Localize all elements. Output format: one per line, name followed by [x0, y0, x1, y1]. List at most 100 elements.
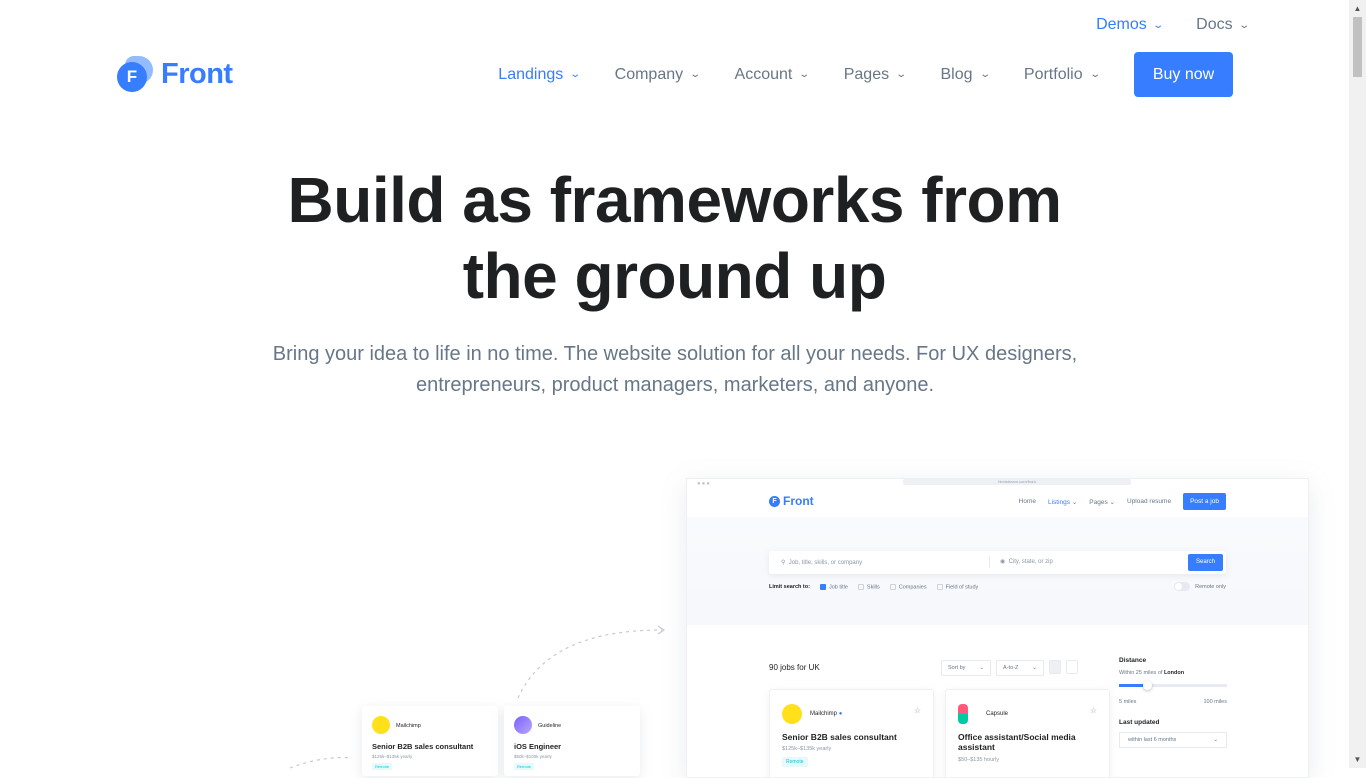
mock-post-job-button: Post a job [1183, 493, 1226, 510]
docs-label: Docs [1196, 16, 1233, 33]
mailchimp-logo-icon [782, 704, 802, 724]
mock-location-field: ◉ City, state, or zip [989, 556, 1053, 568]
star-icon: ☆ [913, 706, 921, 715]
nav-item-landings[interactable]: Landings ⌄ [498, 65, 582, 84]
mock-nav-upload: Upload resume [1127, 498, 1172, 505]
nav-item-portfolio[interactable]: Portfolio ⌄ [1023, 65, 1101, 84]
nav-item-blog[interactable]: Blog ⌄ [940, 65, 991, 84]
brand-logo[interactable]: F Front [117, 56, 233, 92]
page-scrollbar[interactable]: ▲ ▼ [1349, 0, 1366, 768]
star-icon: ☆ [1089, 706, 1097, 715]
nav-label: Company [614, 65, 684, 83]
mock-brand-name: Front [783, 494, 814, 508]
hero-title-line-1: Build as frameworks from [287, 164, 1063, 236]
mock-last-updated-heading: Last updated [1119, 719, 1160, 726]
scrollbar-thumb[interactable] [1353, 17, 1362, 77]
nav-item-account[interactable]: Account ⌄ [734, 65, 811, 84]
mock-distance-heading: Distance [1119, 657, 1147, 664]
company-name: Guideline [538, 723, 562, 729]
list-view-icon [1065, 660, 1078, 674]
grid-view-icon [1048, 660, 1061, 674]
chevron-down-icon: ⌄ [569, 69, 582, 80]
mock-distance-text: Within 25 miles of London [1119, 670, 1185, 676]
demos-link[interactable]: Demos ⌄ [1096, 16, 1164, 34]
nav-label: Account [734, 65, 793, 83]
company-name: Mailchimp [396, 723, 421, 729]
job-title: Senior B2B sales consultant [782, 732, 897, 742]
mock-filters: Limit search to: Job title Skills Compan… [769, 582, 1226, 591]
job-title: Office assistant/Social media assistant [958, 732, 1076, 752]
nav-item-company[interactable]: Company ⌄ [614, 65, 702, 84]
mock-last-updated-select: within last 6 months ⌄ [1119, 732, 1227, 748]
hero-title-line-2: the ground up [462, 240, 887, 312]
chevron-down-icon: ⌄ [689, 69, 702, 80]
job-pay: $50k–$100k yearly [514, 754, 552, 759]
chevron-down-icon: ⌄ [895, 69, 908, 80]
mailchimp-logo-icon [372, 716, 390, 734]
company-name: Capsule [986, 711, 1009, 717]
front-logo-icon: F [769, 495, 780, 507]
nav-label: Pages [843, 65, 890, 83]
mock-filter-companies: Companies [889, 584, 927, 590]
job-pay: $50–$135 hourly [958, 757, 999, 763]
mock-sort-select: Sort by ⌄ [941, 660, 992, 676]
scroll-down-arrow-icon[interactable]: ▼ [1349, 751, 1366, 768]
window-dots-icon: ●●● [697, 481, 711, 487]
mock-url-bar: htmlstream.com/front [903, 479, 1131, 485]
nav-label: Portfolio [1023, 65, 1083, 83]
nav-label: Landings [498, 65, 564, 83]
mock-search-bar: ⚲ Job, title, skills, or company ◉ City,… [769, 551, 1226, 574]
docs-link[interactable]: Docs ⌄ [1196, 16, 1250, 34]
mock-filter-label: Limit search to: [769, 584, 810, 591]
mock-filter-job-title: Job title [819, 584, 848, 590]
floating-job-card[interactable]: Guideline iOS Engineer $50k–$100k yearly… [504, 706, 640, 776]
mock-nav-home: Home [1018, 498, 1036, 505]
hero-subtitle: Bring your idea to life in no time. The … [272, 343, 1078, 396]
guideline-logo-icon [514, 716, 532, 734]
mock-sort-controls: Sort by ⌄ A-to-Z ⌄ [941, 660, 1078, 676]
scroll-up-arrow-icon[interactable]: ▲ [1349, 0, 1366, 17]
job-title: Senior B2B sales consultant [372, 742, 474, 751]
mock-search-button: Search [1188, 554, 1223, 571]
job-title: iOS Engineer [514, 742, 562, 751]
mock-job-card: Mailchimp ● ☆ Senior B2B sales consultan… [769, 689, 934, 777]
chevron-down-icon: ⌄ [1237, 19, 1250, 31]
chevron-down-icon: ⌄ [1088, 69, 1101, 80]
mock-nav-pages: Pages ⌄ [1089, 498, 1115, 506]
mock-search-section: ⚲ Job, title, skills, or company ◉ City,… [687, 517, 1308, 625]
capsule-logo-icon [958, 704, 968, 724]
mock-filter-field: Field of study [936, 584, 978, 590]
floating-job-card[interactable]: Mailchimp Senior B2B sales consultant $1… [362, 706, 498, 776]
front-logo-icon: F [117, 56, 153, 92]
mock-job-card: Capsule ☆ Office assistant/Social media … [945, 689, 1110, 777]
nav-label: Blog [940, 65, 973, 83]
mock-nav: Home Listings ⌄ Pages ⌄ Upload resume Po… [1019, 493, 1226, 510]
product-screenshot-mockup: ●●● htmlstream.com/front F Front Home Li… [686, 478, 1309, 778]
mock-remote-toggle: Remote only [1174, 582, 1226, 591]
hero-title: Build as frameworks from the ground up [0, 162, 1349, 314]
mock-sidebar-filters: Distance Within 25 miles of London 5 mil… [1119, 657, 1227, 748]
mock-filter-skills: Skills [857, 584, 880, 590]
nav-item-pages[interactable]: Pages ⌄ [843, 65, 908, 84]
mock-nav-listings: Listings ⌄ [1047, 498, 1078, 506]
mock-url: htmlstream.com/front [998, 479, 1036, 484]
mock-distance-slider [1119, 681, 1227, 690]
demos-label: Demos [1096, 16, 1147, 33]
mock-distance-range: 5 miles 100 miles [1119, 699, 1227, 705]
chevron-down-icon: ⌄ [1152, 19, 1164, 31]
mock-order-select: A-to-Z ⌄ [996, 660, 1044, 676]
remote-badge: Remote [514, 763, 535, 770]
mock-job-search-field: ⚲ Job, title, skills, or company [781, 560, 863, 566]
job-pay: $125k–$135k yearly [782, 746, 832, 752]
remote-badge: Remote [782, 757, 808, 767]
mock-results-count: 90 jobs for UK [769, 663, 820, 672]
top-secondary-nav: Demos ⌄ Docs ⌄ [1096, 16, 1250, 34]
company-name: Mailchimp ● [810, 711, 843, 717]
chevron-down-icon: ⌄ [978, 69, 991, 80]
buy-now-button[interactable]: Buy now [1134, 52, 1233, 97]
job-pay: $125k–$135k yearly [372, 754, 413, 759]
mock-brand-logo: F Front [769, 494, 814, 508]
remote-badge: Remote [372, 763, 393, 770]
main-nav: Landings ⌄ Company ⌄ Account ⌄ Pages ⌄ Blog ⌄… [498, 52, 1233, 97]
brand-name: Front [161, 57, 233, 90]
